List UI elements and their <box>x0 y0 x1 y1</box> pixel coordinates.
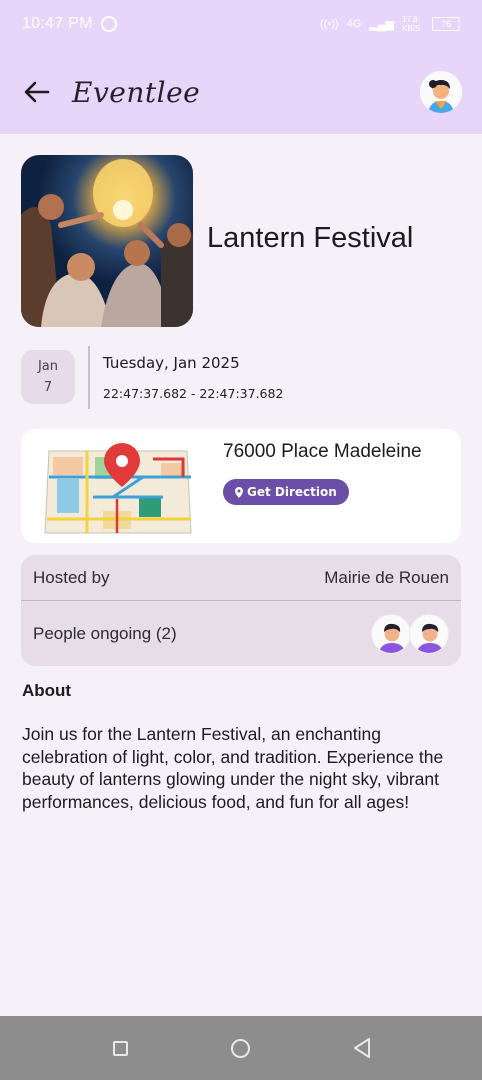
app-brand: Eventlee <box>72 75 201 109</box>
battery-level: 76 <box>440 19 451 29</box>
people-row[interactable]: People ongoing (2) <box>33 601 449 666</box>
back-arrow-icon <box>24 81 50 103</box>
event-day: Tuesday, Jan 2025 <box>103 354 240 372</box>
nav-recents-icon[interactable] <box>113 1041 128 1056</box>
profile-avatar[interactable] <box>420 71 462 113</box>
event-image <box>21 155 193 327</box>
get-direction-label: Get Direction <box>247 485 337 499</box>
hotspot-icon: ((•)) <box>320 18 339 30</box>
lantern-photo <box>21 155 193 327</box>
date-month: Jan <box>37 359 59 374</box>
about-title: About <box>22 681 72 700</box>
signal-icon: ▂▄▆ <box>369 18 394 31</box>
status-right: ((•)) 4G ▂▄▆ 17.8 KB/S 76 <box>320 15 460 33</box>
whatsapp-icon <box>100 16 117 32</box>
location-card: 76000 Place Madeleine Get Direction <box>21 429 461 543</box>
attendee-avatar[interactable] <box>371 613 411 654</box>
event-title: Lantern Festival <box>207 222 414 254</box>
event-time-range: 22:47:37.682 - 22:47:37.682 <box>103 386 284 401</box>
attendee-avatar-illustration <box>410 614 448 653</box>
date-day: 7 <box>43 380 53 395</box>
date-divider <box>88 346 90 409</box>
hosted-by-label: Hosted by <box>33 567 110 587</box>
nav-home-icon[interactable] <box>231 1039 250 1058</box>
nav-back-icon[interactable] <box>352 1037 372 1059</box>
battery-icon: 76 <box>432 17 460 31</box>
attendee-avatar-illustration <box>372 614 410 653</box>
back-button[interactable] <box>20 75 54 109</box>
profile-avatar-illustration <box>420 71 462 113</box>
date-chip: Jan 7 <box>21 350 75 404</box>
app-bar: Eventlee <box>0 60 482 124</box>
map-pin-icon <box>235 486 243 498</box>
map-illustration <box>44 443 192 534</box>
attendee-avatars[interactable] <box>371 613 449 654</box>
get-direction-button[interactable]: Get Direction <box>223 479 349 505</box>
status-time: 10:47 PM <box>22 15 93 32</box>
hosted-by-row: Hosted by Mairie de Rouen <box>33 555 449 600</box>
event-info-card: Hosted by Mairie de Rouen People ongoing… <box>21 555 461 666</box>
speed-label: 17.8 KB/S <box>402 15 421 33</box>
status-bar: 10:47 PM ((•)) 4G ▂▄▆ 17.8 KB/S 76 <box>0 0 482 48</box>
people-ongoing-label: People ongoing (2) <box>33 623 177 643</box>
location-address: 76000 Place Madeleine <box>223 441 422 462</box>
about-text: Join us for the Lantern Festival, an enc… <box>22 724 444 812</box>
hosted-by-value: Mairie de Rouen <box>324 567 449 587</box>
attendee-avatar[interactable] <box>409 613 449 654</box>
network-label: 4G <box>346 18 362 30</box>
